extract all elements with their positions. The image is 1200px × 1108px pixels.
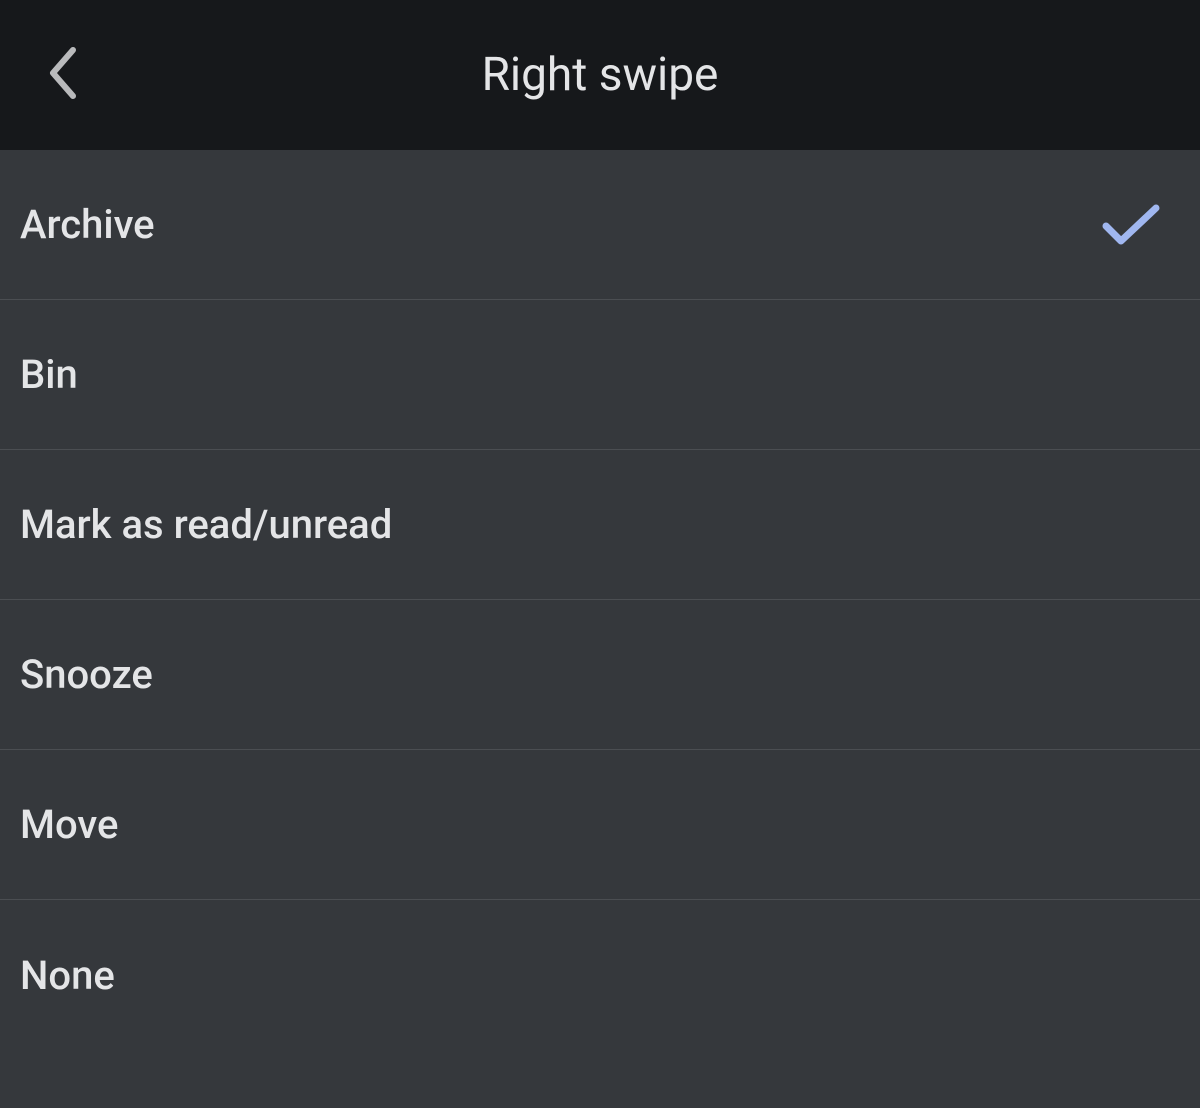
options-list: Archive Bin Mark as read/unread Snooze xyxy=(0,150,1200,1050)
option-label: None xyxy=(20,952,115,999)
back-button[interactable] xyxy=(38,45,88,105)
option-label: Archive xyxy=(20,201,155,248)
option-bin[interactable]: Bin xyxy=(0,300,1200,450)
header: Right swipe xyxy=(0,0,1200,150)
option-mark-read-unread[interactable]: Mark as read/unread xyxy=(0,450,1200,600)
option-label: Bin xyxy=(20,351,78,398)
option-label: Snooze xyxy=(20,651,153,698)
option-label: Mark as read/unread xyxy=(20,501,392,548)
option-snooze[interactable]: Snooze xyxy=(0,600,1200,750)
option-none[interactable]: None xyxy=(0,900,1200,1050)
check-icon xyxy=(1102,202,1160,248)
option-label: Move xyxy=(20,801,118,848)
option-archive[interactable]: Archive xyxy=(0,150,1200,300)
chevron-left-icon xyxy=(47,46,79,104)
page-title: Right swipe xyxy=(0,48,1200,102)
option-move[interactable]: Move xyxy=(0,750,1200,900)
